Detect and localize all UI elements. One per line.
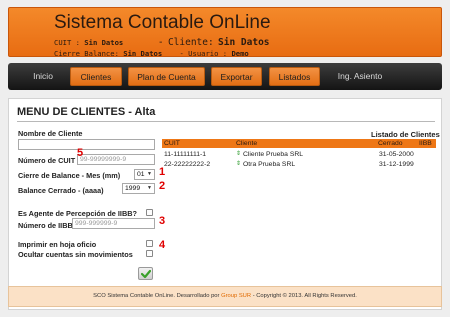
imprimir-checkbox[interactable] — [146, 240, 153, 247]
chevron-down-icon: ▼ — [147, 185, 152, 191]
nav-plan-de-cuenta[interactable]: Plan de Cuenta — [128, 67, 205, 86]
ocultar-checkbox[interactable] — [146, 250, 153, 257]
title-divider — [17, 121, 435, 122]
cierre-label: Cierre de Balance - Mes (mm) — [18, 171, 121, 180]
nombre-input[interactable] — [18, 139, 155, 150]
cuit-label: Número de CUIT — [18, 156, 76, 165]
nav-exportar[interactable]: Exportar — [211, 67, 262, 86]
swap-arrows-icon[interactable]: ⇕ — [236, 160, 241, 169]
cliente-value: Sin Datos — [218, 37, 270, 48]
row-cerrado: 31-12-1999 — [379, 161, 414, 168]
nav-listados[interactable]: Listados — [269, 67, 320, 86]
footer-link[interactable]: Group SUR — [221, 293, 251, 299]
iibb-agent-checkbox[interactable] — [146, 209, 153, 216]
marker-5: 5 — [77, 147, 84, 159]
table-row[interactable]: 11-11111111-1 ⇕ Cliente Prueba SRL 31-05… — [162, 150, 436, 159]
usuario-value: Demo — [231, 49, 249, 58]
row-cerrado: 31-05-2000 — [379, 151, 414, 158]
ocultar-label: Ocultar cuentas sin movimientos — [18, 250, 133, 259]
cierre-month-select[interactable]: 01 ▼ — [134, 169, 155, 180]
col-header-cliente: Cliente — [236, 140, 258, 147]
list-header-row: CUIT Cliente Cerrado IIBB — [162, 139, 436, 148]
col-header-cerrado: Cerrado — [378, 140, 403, 147]
list-title: Listado de Clientes — [371, 130, 440, 139]
checkmark-icon — [141, 269, 151, 279]
iibb-input[interactable]: 999-999999-9 — [72, 218, 155, 229]
nav-clientes[interactable]: Clientes — [70, 67, 122, 86]
iibb-agent-label: Es Agente de Percepción de IIBB? — [18, 209, 137, 218]
row-cliente[interactable]: Otra Prueba SRL — [243, 160, 295, 169]
page-title: MENU DE CLIENTES - Alta — [17, 106, 156, 118]
cuit-input[interactable]: 99-99999999-9 — [77, 154, 155, 165]
footer: SCO Sistema Contable OnLine. Desarrollad… — [8, 286, 442, 307]
marker-4: 4 — [159, 239, 166, 251]
iibb-label: Número de IIBB — [18, 221, 73, 230]
footer-text: SCO Sistema Contable OnLine. Desarrollad… — [93, 293, 357, 299]
marker-2: 2 — [159, 180, 166, 192]
cierre-value: Sin Datos — [123, 49, 163, 58]
header-meta-cuit: CUIT : Sin Datos - Cliente: Sin Datos — [54, 37, 270, 48]
nav-ing-asiento[interactable]: Ing. Asiento — [330, 67, 390, 86]
balance-year-select[interactable]: 1999 ▼ — [122, 183, 155, 194]
row-cliente[interactable]: Cliente Prueba SRL — [243, 150, 303, 159]
marker-3: 3 — [159, 215, 166, 227]
balance-label: Balance Cerrado - (aaaa) — [18, 186, 104, 195]
app-header: Sistema Contable OnLine CUIT : Sin Datos… — [8, 7, 442, 58]
submit-button[interactable] — [138, 267, 153, 280]
nombre-label: Nombre de Cliente — [18, 129, 83, 138]
chevron-down-icon: ▼ — [147, 171, 152, 177]
header-meta-cierre: Cierre Balance: Sin Datos - Usuario : De… — [54, 49, 249, 58]
imprimir-label: Imprimir en hoja oficio — [18, 240, 97, 249]
app-title: Sistema Contable OnLine — [54, 12, 271, 33]
table-row[interactable]: 22-22222222-2 ⇕ Otra Prueba SRL 31-12-19… — [162, 160, 436, 169]
cuit-value: Sin Datos — [84, 38, 124, 47]
row-cuit: 22-22222222-2 — [164, 161, 211, 168]
nav-inicio[interactable]: Inicio — [22, 67, 64, 86]
row-cuit: 11-11111111-1 — [164, 151, 207, 158]
col-header-iibb: IIBB — [419, 140, 432, 147]
swap-arrows-icon[interactable]: ⇕ — [236, 150, 241, 159]
content-panel: MENU DE CLIENTES - Alta Nombre de Client… — [8, 98, 442, 310]
main-nav: Inicio Clientes Plan de Cuenta Exportar … — [8, 63, 442, 90]
col-header-cuit: CUIT — [164, 140, 180, 147]
